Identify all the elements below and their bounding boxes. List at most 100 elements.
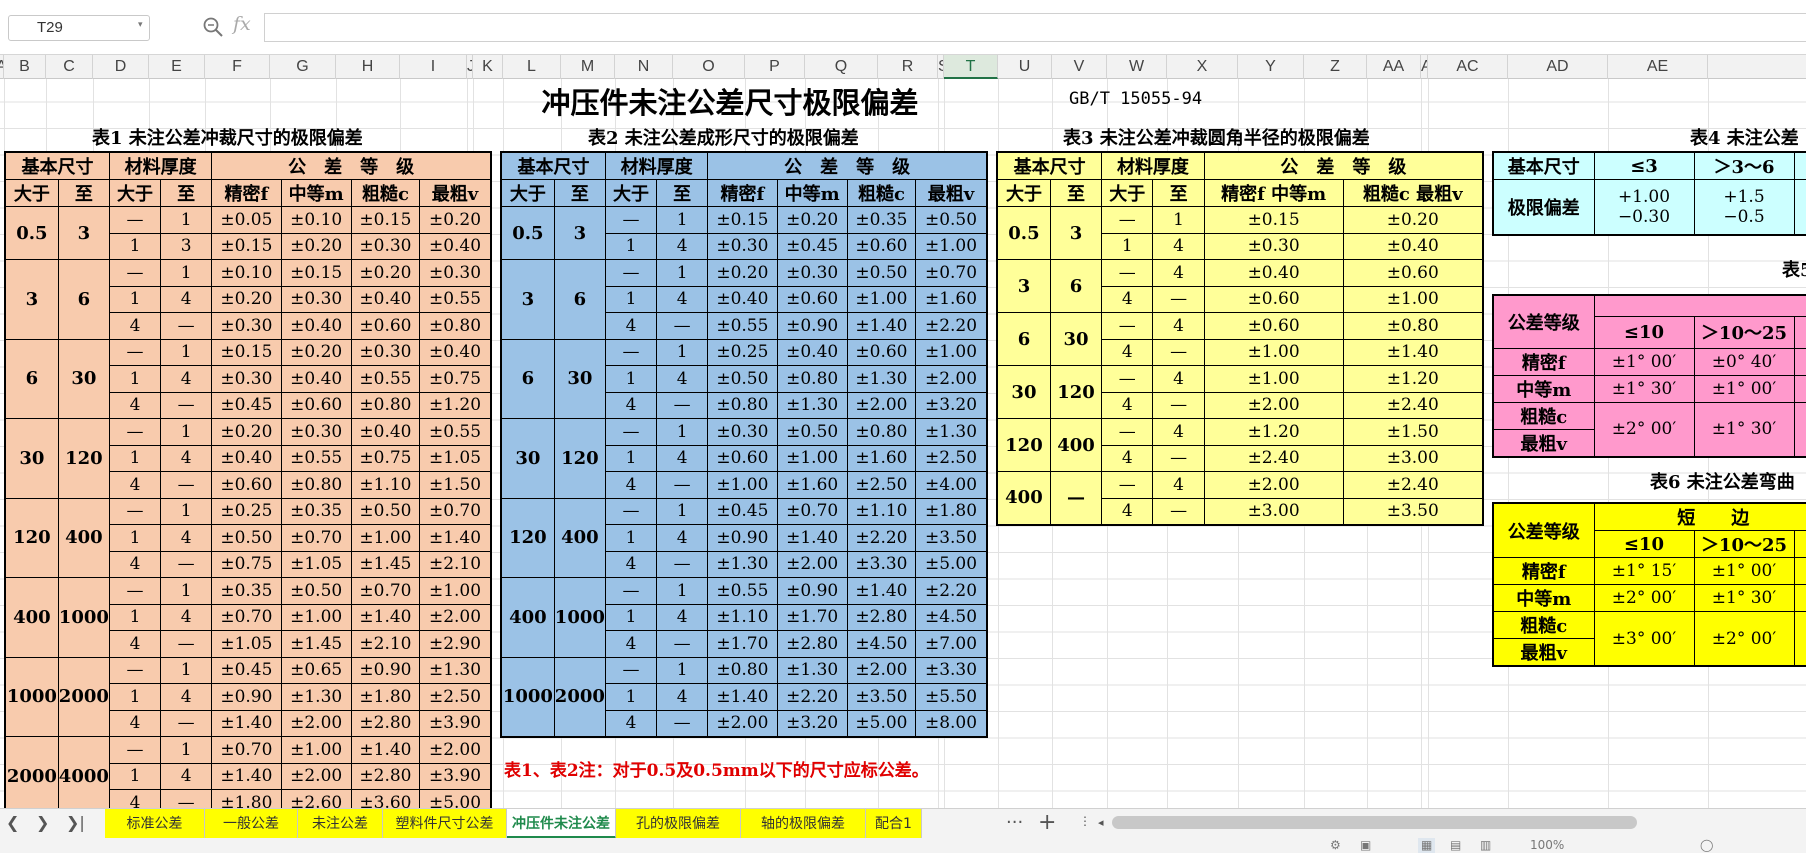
next-sheet-icon[interactable]: ❯: [36, 813, 49, 832]
column-header-D[interactable]: D: [93, 55, 149, 79]
t3-cell: ±2.40: [1342, 471, 1484, 499]
sheet-tab[interactable]: 冲压件未注公差: [507, 809, 616, 839]
t2-cell: 4: [656, 285, 709, 313]
column-header-AE[interactable]: AE: [1608, 55, 1708, 79]
scroll-divider-icon[interactable]: ⋮: [1079, 814, 1091, 828]
chevron-down-icon[interactable]: ▾: [138, 20, 143, 30]
t2-cell: 1: [604, 232, 658, 260]
column-header-AA[interactable]: AA: [1367, 55, 1421, 79]
t3-cell: 1: [1152, 206, 1205, 234]
t2-cell: ±0.60: [846, 338, 917, 366]
column-header-N[interactable]: N: [615, 55, 673, 79]
column-header-O[interactable]: O: [673, 55, 745, 79]
column-header-Y[interactable]: Y: [1238, 55, 1304, 79]
column-header-AC[interactable]: AC: [1428, 55, 1508, 79]
t1-cell: —: [108, 497, 162, 525]
column-header-W[interactable]: W: [1107, 55, 1167, 79]
t6-col1: ≤10: [1593, 530, 1695, 558]
name-box[interactable]: T29: [8, 15, 150, 41]
sheet-tab[interactable]: 塑料件尺寸公差: [383, 809, 507, 839]
sheet-tab[interactable]: 孔的极限偏差: [616, 809, 741, 839]
t1-cell: ±0.30: [211, 365, 282, 393]
sheet-tab[interactable]: 未注公差: [298, 809, 383, 839]
t2-cell: ±0.70: [915, 259, 988, 287]
zoom-icon[interactable]: [202, 16, 224, 38]
t1-cell: 4: [160, 444, 213, 472]
zoom-level[interactable]: 100%: [1530, 838, 1564, 853]
t2-hdr-grade-name: 粗糙c: [846, 179, 917, 207]
t5-row-label: 精密f: [1492, 347, 1595, 376]
more-sheets-icon[interactable]: ···: [1006, 812, 1023, 833]
t5-row-label: 中等m: [1492, 374, 1595, 403]
spell-icon[interactable]: ▣: [1360, 838, 1371, 853]
table2: 基本尺寸 材料厚度公 差 等 级大于至大于至精密f 中等m 粗糙c 最粗v 0.5 3—1 ±…: [500, 151, 988, 738]
standard-number: GB/T 15055-94: [1069, 89, 1203, 109]
t2-cell: ±0.80: [776, 365, 848, 393]
scroll-left-icon[interactable]: ◂: [1098, 816, 1104, 829]
t1-cell: ±0.35: [280, 497, 352, 525]
t1-cell: ±1.40: [211, 709, 282, 737]
t1-cell: 1: [108, 285, 162, 313]
t2-cell: ±4.50: [915, 603, 988, 631]
t1-hdr-sub: 大于: [108, 179, 162, 207]
t1-cell: ±2.00: [419, 736, 492, 764]
sheet-tab[interactable]: 配合1: [866, 809, 922, 839]
zoom-slider-icon[interactable]: ◯: [1700, 838, 1713, 853]
t2-hdr-sub: 至: [656, 179, 709, 207]
sheet-tab[interactable]: 轴的极限偏差: [741, 809, 866, 839]
t3-hdr-sub: 至: [1152, 179, 1205, 207]
t2-cell: ±1.40: [776, 524, 848, 552]
t3-cell: ±0.60: [1203, 285, 1344, 313]
fx-icon[interactable]: fx: [233, 13, 251, 35]
t2-cell: ±0.80: [846, 418, 917, 446]
column-header-R[interactable]: R: [878, 55, 938, 79]
t3-cell: —: [1101, 259, 1154, 287]
column-header-I[interactable]: I: [400, 55, 467, 79]
column-header-F[interactable]: F: [205, 55, 270, 79]
column-header-H[interactable]: H: [336, 55, 400, 79]
column-header-T[interactable]: T: [944, 55, 998, 79]
t3-hdr-sub: 至: [1049, 179, 1103, 207]
sheet-title: 冲压件未注公差尺寸极限偏差: [541, 86, 919, 120]
t5-cell: ±2° 00′: [1593, 401, 1695, 457]
column-header-E[interactable]: E: [149, 55, 205, 79]
table-row: 0.5 3—1 ±0.05 ±0.10 ±0.15 ±0.20: [4, 206, 492, 260]
t1-cell: 4: [108, 550, 162, 578]
column-header-G[interactable]: G: [270, 55, 336, 79]
column-header-Q[interactable]: Q: [805, 55, 878, 79]
sheet-tab[interactable]: 标准公差: [105, 809, 205, 839]
t1-cell: 1: [108, 603, 162, 631]
column-header-C[interactable]: C: [46, 55, 93, 79]
column-header-K[interactable]: K: [473, 55, 503, 79]
column-header-AD[interactable]: AD: [1508, 55, 1608, 79]
column-header-Z[interactable]: Z: [1304, 55, 1367, 79]
formula-input[interactable]: [264, 13, 1806, 42]
bulb-icon[interactable]: ⚙: [1330, 838, 1341, 853]
add-sheet-icon[interactable]: +: [1038, 810, 1056, 835]
t1-cell: ±1.40: [350, 736, 421, 764]
t5-header-label: 公差等级: [1492, 294, 1595, 349]
page-layout-icon[interactable]: ▤: [1450, 838, 1461, 853]
column-header-B[interactable]: B: [4, 55, 46, 79]
page-break-icon[interactable]: ▥: [1480, 838, 1491, 853]
column-header-U[interactable]: U: [998, 55, 1052, 79]
column-header-M[interactable]: M: [561, 55, 615, 79]
table1-caption: 表1 未注公差冲裁尺寸的极限偏差: [92, 128, 363, 149]
horizontal-scrollbar[interactable]: [1112, 816, 1637, 829]
t3-size-from: 0.5: [996, 206, 1051, 260]
normal-view-icon[interactable]: ▦: [1418, 838, 1436, 853]
column-header-L[interactable]: L: [503, 55, 561, 79]
first-sheet-icon[interactable]: ❮: [6, 813, 19, 832]
column-header-P[interactable]: P: [745, 55, 805, 79]
t1-cell: —: [108, 338, 162, 366]
table-row: 30 120—1 ±0.20 ±0.30 ±0.40 ±0.55: [4, 418, 492, 499]
column-header-AB[interactable]: AB: [1421, 55, 1428, 79]
sheet-tab[interactable]: 一般公差: [205, 809, 298, 839]
t1-cell: 4: [160, 524, 213, 552]
column-header-X[interactable]: X: [1167, 55, 1238, 79]
t2-cell: 1: [656, 497, 709, 525]
t2-cell: 4: [604, 630, 658, 658]
column-header-V[interactable]: V: [1052, 55, 1107, 79]
last-sheet-icon[interactable]: ❯|: [66, 813, 85, 832]
table-note: 表1、表2注：对于0.5及0.5mm以下的尺寸应标公差。: [504, 761, 929, 781]
